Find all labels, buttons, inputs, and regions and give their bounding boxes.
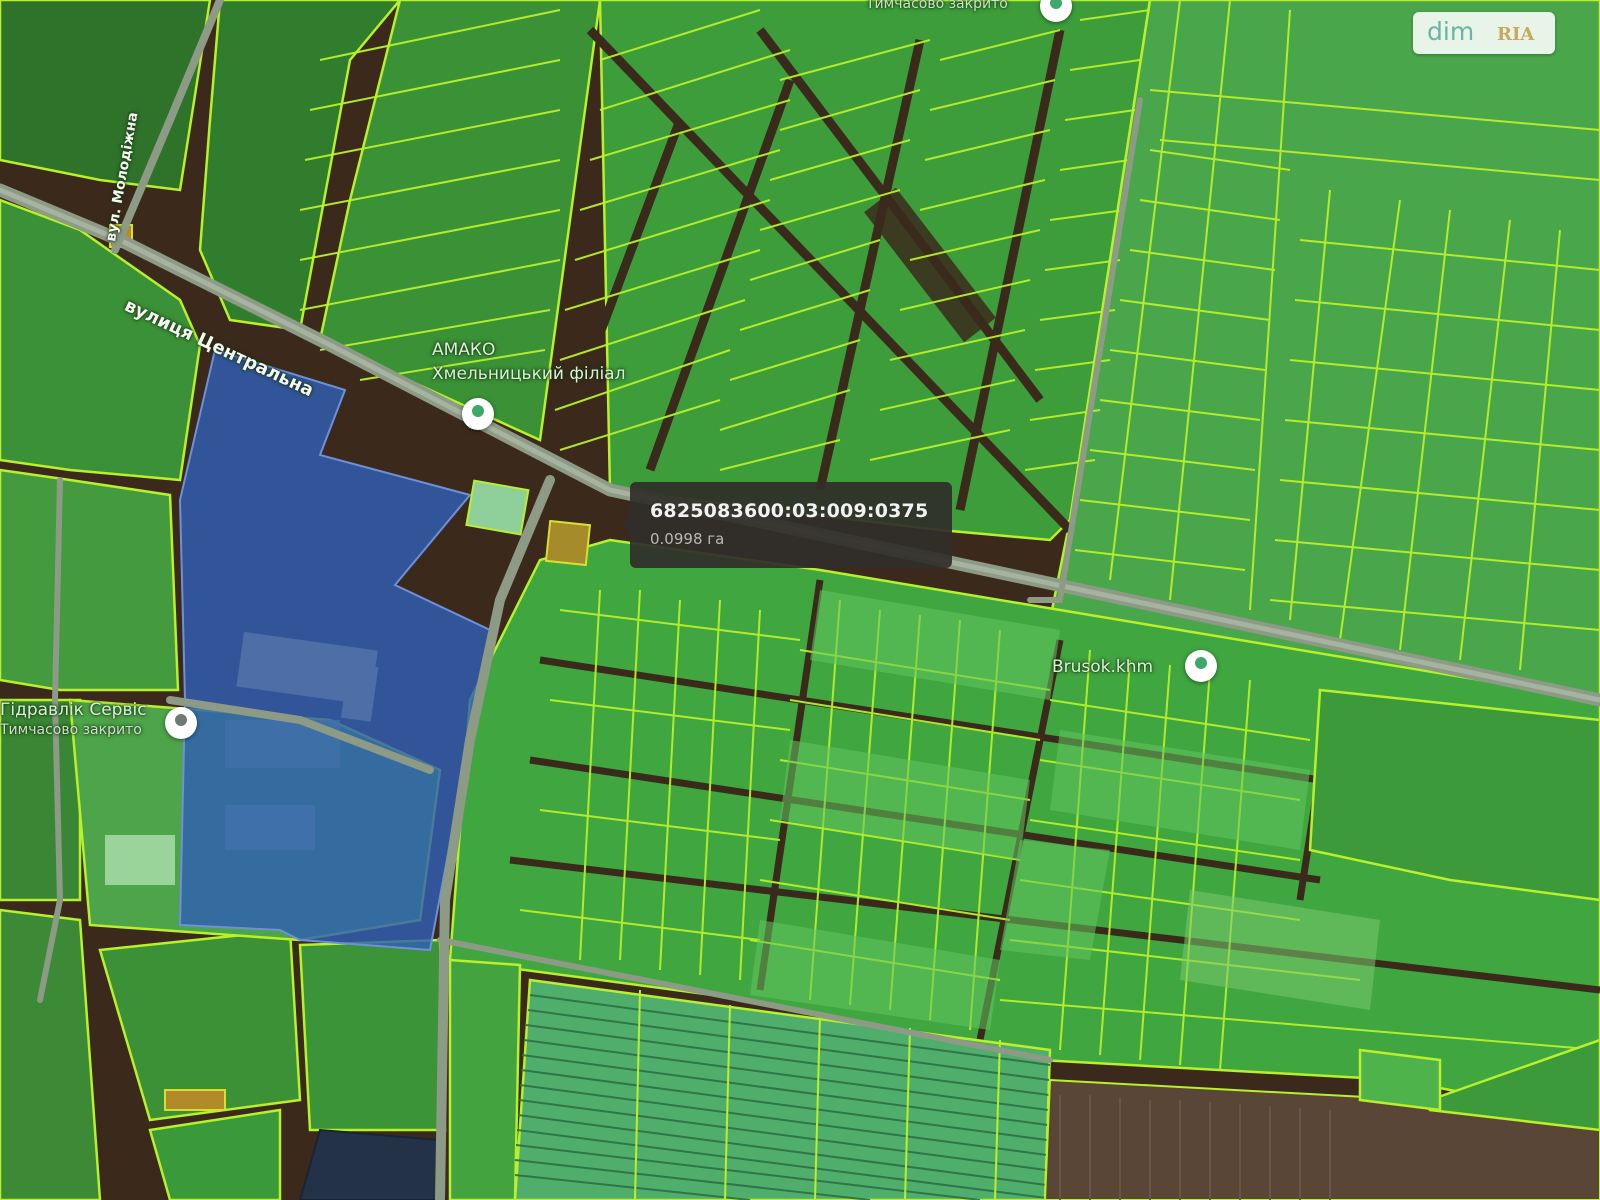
cadastral-number: 6825083600:03:009:0375 <box>650 500 929 522</box>
amako-pin-icon[interactable] <box>462 398 494 430</box>
brusok-pin-icon[interactable] <box>1185 650 1217 682</box>
poi-label-brusok: Brusok.khm <box>1052 657 1154 677</box>
hydraulic-pin-icon[interactable] <box>165 707 197 739</box>
poi-label-amako: АМАКО <box>432 340 496 360</box>
cadastral-map[interactable] <box>0 0 1600 1200</box>
poi-label-hydraulic-status: Тимчасово закрито <box>0 722 142 738</box>
parcel-area: 0.0998 га <box>650 530 725 548</box>
poi-label-top-status: Тимчасово закрито <box>866 0 1008 12</box>
orange-parcel <box>544 519 592 567</box>
dim-ria-logo[interactable]: dim RIA <box>1413 12 1555 54</box>
logo-ria-text: RIA <box>1497 24 1535 45</box>
poi-label-hydraulic: Гідравлік Сервіс <box>0 700 147 720</box>
pond <box>298 1128 447 1200</box>
parcel-tooltip: 6825083600:03:009:0375 0.0998 га <box>621 482 952 568</box>
logo-dim-text: dim <box>1427 17 1475 46</box>
poi-label-amako-branch: Хмельницький філіал <box>432 364 626 384</box>
